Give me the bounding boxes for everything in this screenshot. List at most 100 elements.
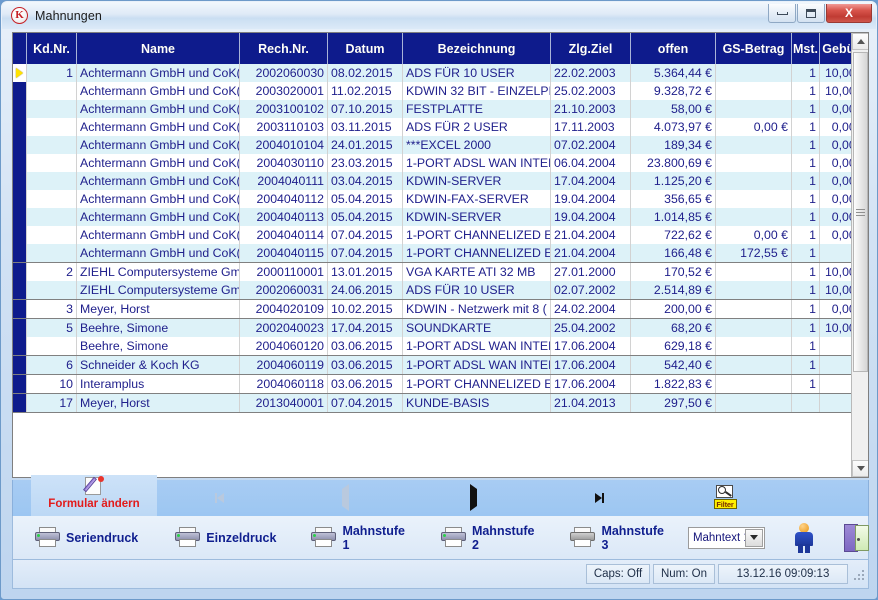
cell-name[interactable]: Achtermann GmbH und CoK( [77, 244, 240, 262]
table-row[interactable]: 3 Meyer, Horst 2004020109 10.02.2015 KDWIN -… [13, 300, 868, 319]
cell-offen[interactable]: 9.328,72 € [631, 82, 716, 100]
close-button[interactable]: X [826, 4, 872, 23]
grid-header-zlgziel[interactable]: Zlg.Ziel [551, 33, 631, 64]
row-indicator[interactable] [13, 300, 27, 318]
table-row[interactable]: 17 Meyer, Horst 2013040001 07.04.2015 KUNDE-… [13, 394, 868, 413]
cell-name[interactable]: Interamplus [77, 375, 240, 393]
cell-offen[interactable]: 1.822,83 € [631, 375, 716, 393]
cell-gs[interactable] [716, 337, 792, 355]
grid-header-kdnr[interactable]: Kd.Nr. [27, 33, 77, 64]
cell-kdnr[interactable]: 1 [27, 64, 77, 82]
cell-rech[interactable]: 2004060119 [240, 356, 328, 374]
cell-bez[interactable]: 1-PORT CHANNELIZED E1 [403, 244, 551, 262]
cell-name[interactable]: Meyer, Horst [77, 300, 240, 318]
cell-kdnr[interactable]: 17 [27, 394, 77, 412]
cell-name[interactable]: Achtermann GmbH und CoK( [77, 82, 240, 100]
grid-header-datum[interactable]: Datum [328, 33, 403, 64]
row-indicator[interactable] [13, 244, 27, 262]
grid-header-name[interactable]: Name [77, 33, 240, 64]
cell-gs[interactable] [716, 82, 792, 100]
cell-mst[interactable]: 1 [792, 100, 820, 118]
grid-header-gsbetrag[interactable]: GS-Betrag [716, 33, 792, 64]
cell-zlg[interactable]: 17.04.2004 [551, 172, 631, 190]
cell-name[interactable]: Beehre, Simone [77, 337, 240, 355]
table-row[interactable]: Achtermann GmbH und CoK(2003110103 03.11.… [13, 118, 868, 136]
cell-kdnr[interactable] [27, 226, 77, 244]
cell-kdnr[interactable]: 10 [27, 375, 77, 393]
table-row[interactable]: 5 Beehre, Simone 2002040023 17.04.2015 SOUND… [13, 319, 868, 337]
row-indicator[interactable] [13, 82, 27, 100]
table-row[interactable]: 1 Achtermann GmbH und CoK(2002060030 08.02… [13, 64, 868, 82]
cell-datum[interactable]: 24.06.2015 [328, 281, 403, 299]
filter-button[interactable]: Filter [713, 484, 737, 510]
cell-rech[interactable]: 2004040114 [240, 226, 328, 244]
cell-datum[interactable]: 07.04.2015 [328, 226, 403, 244]
cell-bez[interactable]: 1-PORT CHANNELIZED E1 [403, 375, 551, 393]
seriendruck-button[interactable]: Seriendruck [29, 521, 144, 555]
table-row[interactable]: Achtermann GmbH und CoK(2003020001 11.02.… [13, 82, 868, 100]
cell-mst[interactable]: 1 [792, 263, 820, 281]
cell-mst[interactable]: 1 [792, 226, 820, 244]
cell-gs[interactable] [716, 263, 792, 281]
cell-offen[interactable]: 1.125,20 € [631, 172, 716, 190]
cell-name[interactable]: Achtermann GmbH und CoK( [77, 118, 240, 136]
cell-rech[interactable]: 2004010104 [240, 136, 328, 154]
row-indicator[interactable] [13, 375, 27, 393]
resize-grip-icon[interactable] [852, 568, 864, 580]
cell-bez[interactable]: KUNDE-BASIS [403, 394, 551, 412]
cell-name[interactable]: ZIEHL Computersysteme Gm [77, 263, 240, 281]
row-indicator[interactable] [13, 319, 27, 337]
cell-zlg[interactable]: 25.02.2003 [551, 82, 631, 100]
table-row[interactable]: Achtermann GmbH und CoK(2004010104 24.01.… [13, 136, 868, 154]
cell-zlg[interactable]: 17.06.2004 [551, 356, 631, 374]
cell-bez[interactable]: ***EXCEL 2000 [403, 136, 551, 154]
cell-datum[interactable]: 10.02.2015 [328, 300, 403, 318]
table-row[interactable]: ZIEHL Computersysteme Gm 2002060031 24.06.… [13, 281, 868, 300]
cell-name[interactable]: Achtermann GmbH und CoK( [77, 136, 240, 154]
table-row[interactable]: 2 ZIEHL Computersysteme Gm 2000110001 13.01… [13, 263, 868, 281]
cell-mst[interactable]: 1 [792, 172, 820, 190]
mahntext-select[interactable]: Mahntext 1 [687, 526, 766, 549]
mahnstufe-1-button[interactable]: Mahnstufe 1 [305, 521, 415, 555]
cell-zlg[interactable]: 25.04.2002 [551, 319, 631, 337]
cell-rech[interactable]: 2002060031 [240, 281, 328, 299]
cell-offen[interactable]: 629,18 € [631, 337, 716, 355]
cell-zlg[interactable]: 19.04.2004 [551, 208, 631, 226]
table-row[interactable]: Achtermann GmbH und CoK(2004040113 05.04.… [13, 208, 868, 226]
row-indicator[interactable] [13, 136, 27, 154]
cell-zlg[interactable]: 17.11.2003 [551, 118, 631, 136]
cell-zlg[interactable]: 22.02.2003 [551, 64, 631, 82]
grid-header-bezeichnung[interactable]: Bezeichnung [403, 33, 551, 64]
formular-aendern-button[interactable]: Formular ändern [31, 475, 157, 516]
table-row[interactable]: Achtermann GmbH und CoK(2004030110 23.03.… [13, 154, 868, 172]
cell-bez[interactable]: VGA KARTE ATI 32 MB [403, 263, 551, 281]
cell-bez[interactable]: ADS FÜR 2 USER [403, 118, 551, 136]
cell-rech[interactable]: 2003110103 [240, 118, 328, 136]
row-indicator[interactable] [13, 281, 27, 299]
cell-bez[interactable]: FESTPLATTE [403, 100, 551, 118]
minimize-button[interactable] [768, 4, 796, 23]
cell-name[interactable]: Meyer, Horst [77, 394, 240, 412]
cell-bez[interactable]: KDWIN-FAX-SERVER [403, 190, 551, 208]
cell-kdnr[interactable] [27, 281, 77, 299]
table-row[interactable]: 6 Schneider & Koch KG 2004060119 03.06.2015… [13, 356, 868, 375]
current-row-indicator[interactable] [13, 64, 27, 82]
cell-name[interactable]: Achtermann GmbH und CoK( [77, 154, 240, 172]
cell-datum[interactable]: 03.04.2015 [328, 172, 403, 190]
cell-datum[interactable]: 23.03.2015 [328, 154, 403, 172]
cell-offen[interactable]: 297,50 € [631, 394, 716, 412]
cell-kdnr[interactable] [27, 190, 77, 208]
cell-zlg[interactable]: 06.04.2004 [551, 154, 631, 172]
row-indicator[interactable] [13, 208, 27, 226]
cell-mst[interactable]: 1 [792, 190, 820, 208]
cell-mst[interactable]: 1 [792, 356, 820, 374]
cell-offen[interactable]: 4.073,97 € [631, 118, 716, 136]
cell-zlg[interactable]: 21.10.2003 [551, 100, 631, 118]
cell-datum[interactable]: 17.04.2015 [328, 319, 403, 337]
cell-rech[interactable]: 2002060030 [240, 64, 328, 82]
grid-vertical-scrollbar[interactable] [851, 33, 868, 477]
cell-gs[interactable] [716, 190, 792, 208]
cell-datum[interactable]: 13.01.2015 [328, 263, 403, 281]
grid-header-mst[interactable]: Mst. [792, 33, 820, 64]
cell-kdnr[interactable] [27, 172, 77, 190]
